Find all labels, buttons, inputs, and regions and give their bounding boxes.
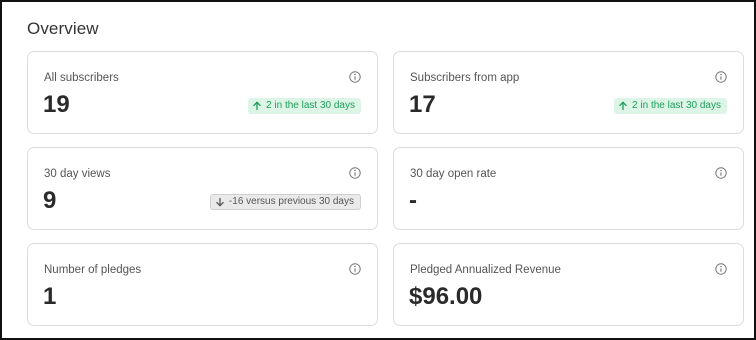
trend-badge-text: -16 versus previous 30 days <box>228 196 354 207</box>
info-icon[interactable] <box>715 263 727 275</box>
stat-label: Pledged Annualized Revenue <box>410 264 561 276</box>
stat-value: 17 <box>409 91 436 118</box>
arrow-up-icon <box>619 101 628 110</box>
trend-badge-text: 2 in the last 30 days <box>632 100 721 111</box>
stat-card-30-day-views: 30 day views 9 -16 versus previous 30 da… <box>27 147 378 230</box>
stat-card-subscribers-from-app: Subscribers from app 17 2 in the last 30… <box>393 51 744 134</box>
stat-value: 1 <box>43 283 57 310</box>
info-icon[interactable] <box>349 167 361 179</box>
info-icon[interactable] <box>349 263 361 275</box>
stat-card-all-subscribers: All subscribers 19 2 in the last 30 days <box>27 51 378 134</box>
trend-badge: 2 in the last 30 days <box>614 98 727 114</box>
stat-value: 9 <box>43 187 57 214</box>
stat-label: All subscribers <box>44 72 119 84</box>
stat-label: 30 day views <box>44 168 111 180</box>
stat-card-30-day-open-rate: 30 day open rate - <box>393 147 744 230</box>
stat-card-number-of-pledges: Number of pledges 1 <box>27 243 378 326</box>
info-icon[interactable] <box>715 167 727 179</box>
arrow-down-icon <box>215 198 224 207</box>
stat-label: 30 day open rate <box>410 168 497 180</box>
stat-label: Subscribers from app <box>410 72 520 84</box>
overview-title: Overview <box>27 19 99 38</box>
info-icon[interactable] <box>349 71 361 83</box>
arrow-up-icon <box>253 101 262 110</box>
trend-badge: -16 versus previous 30 days <box>209 194 361 210</box>
overview-panel: Overview All subscribers 19 2 in the las… <box>0 0 756 340</box>
stat-card-pledged-annualized-revenue: Pledged Annualized Revenue $96.00 <box>393 243 744 326</box>
stat-value: $96.00 <box>409 283 483 310</box>
stat-value: - <box>409 187 417 214</box>
info-icon[interactable] <box>715 71 727 83</box>
trend-badge: 2 in the last 30 days <box>248 98 361 114</box>
stat-value: 19 <box>43 91 70 118</box>
stat-label: Number of pledges <box>44 264 142 276</box>
trend-badge-text: 2 in the last 30 days <box>266 100 355 111</box>
